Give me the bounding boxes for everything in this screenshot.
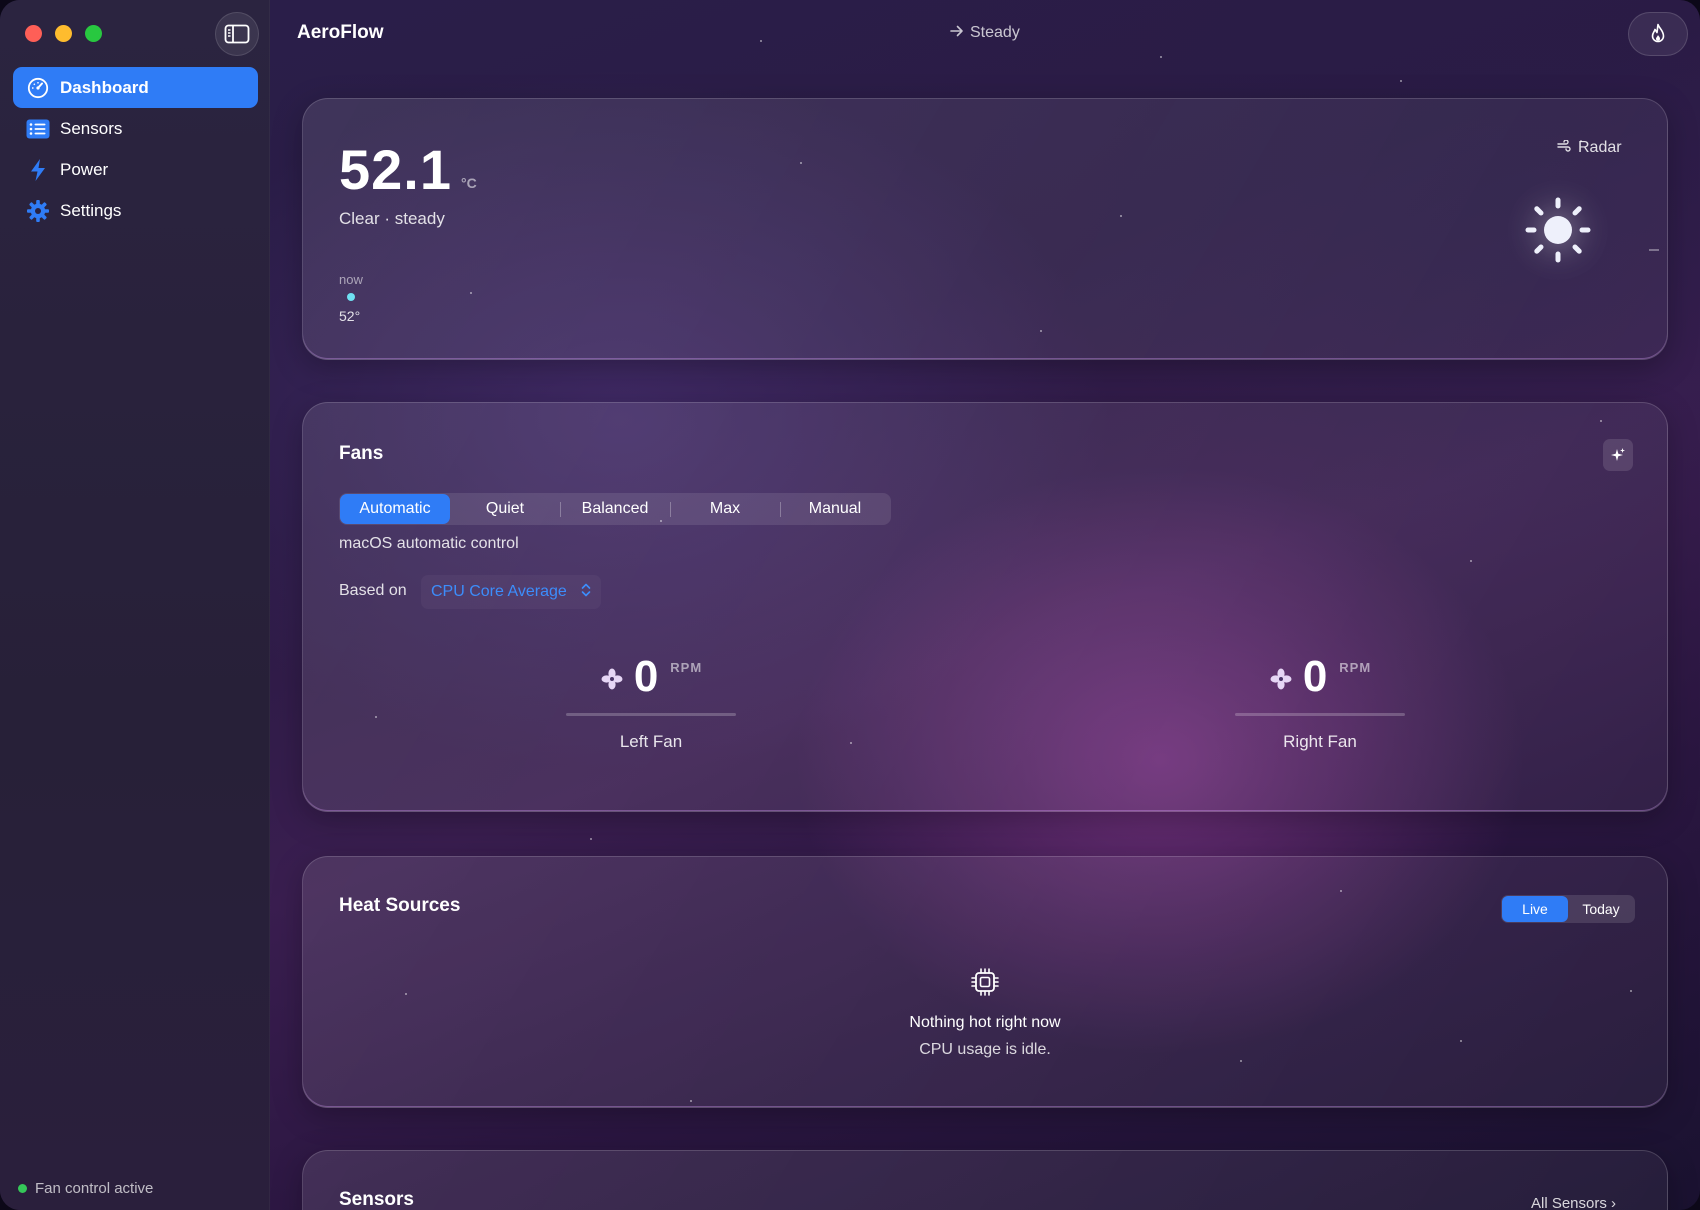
- minimize-window-button[interactable]: [55, 25, 72, 42]
- heat-sources-range-toggle: Live Today: [1501, 895, 1635, 923]
- sidebar-nav: Dashboard Sensors Power Settings: [13, 67, 258, 231]
- zoom-window-button[interactable]: [85, 25, 102, 42]
- left-fan-rpm: 0: [633, 652, 659, 701]
- left-fan-name: Left Fan: [619, 732, 683, 751]
- fan-mode-quiet[interactable]: Quiet: [450, 494, 560, 524]
- temperature-card: 52.1 °C Clear · steady now 52° Radar: [302, 98, 1668, 360]
- right-fan-speed-bar: [1235, 713, 1405, 716]
- right-fan-gauge: 0 RPM Right Fan: [1220, 651, 1420, 752]
- fan-control-status-label: Fan control active: [35, 1180, 154, 1197]
- sidebar-item-sensors[interactable]: Sensors: [13, 108, 258, 149]
- bolt-icon: [26, 158, 50, 182]
- fans-title: Fans: [339, 443, 384, 464]
- sidebar-item-settings[interactable]: Settings: [13, 190, 258, 231]
- sidebar-item-label: Dashboard: [60, 77, 149, 97]
- close-window-button[interactable]: [25, 25, 42, 42]
- timeline-point-icon: [347, 293, 355, 301]
- heat-sources-title: Heat Sources: [339, 895, 461, 916]
- empty-state-title: Nothing hot right now: [909, 1014, 1061, 1031]
- current-temperature: 52.1: [339, 138, 452, 201]
- app-title: AeroFlow: [297, 22, 384, 43]
- based-on-select[interactable]: CPU Core Average: [421, 575, 601, 609]
- fan-icon: [1270, 668, 1292, 690]
- fan-mode-balanced[interactable]: Balanced: [560, 494, 670, 524]
- sidebar-icon: [224, 24, 250, 44]
- timeline-value: 52°: [339, 308, 361, 324]
- chevron-up-down-icon: [581, 583, 591, 602]
- fan-mode-automatic[interactable]: Automatic: [340, 494, 450, 524]
- fan-mode-max[interactable]: Max: [670, 494, 780, 524]
- boost-button[interactable]: [1628, 12, 1688, 56]
- wind-icon: [1557, 139, 1571, 157]
- right-fan-name: Right Fan: [1283, 732, 1357, 751]
- thermal-trend-status: Steady: [950, 24, 1020, 42]
- status-dot-icon: [18, 1184, 27, 1193]
- all-sensors-link[interactable]: All Sensors ›: [1531, 1195, 1616, 1210]
- radar-label: Radar: [1578, 139, 1622, 156]
- sidebar-item-power[interactable]: Power: [13, 149, 258, 190]
- tab-live[interactable]: Live: [1502, 896, 1568, 922]
- left-fan-gauge: 0 RPM Left Fan: [551, 651, 751, 752]
- left-fan-speed-bar: [566, 713, 736, 716]
- gauge-icon: [26, 76, 50, 100]
- sidebar-item-label: Power: [60, 159, 109, 179]
- left-fan-rpm-unit: RPM: [670, 660, 703, 675]
- tab-today[interactable]: Today: [1568, 896, 1634, 922]
- sidebar: Dashboard Sensors Power Settings Fan con…: [0, 0, 270, 1210]
- sun-icon: [1525, 197, 1591, 263]
- arrow-right-icon: [950, 24, 964, 42]
- app-window: Dashboard Sensors Power Settings Fan con…: [0, 0, 1700, 1210]
- sidebar-toggle-button[interactable]: [215, 12, 259, 56]
- fan-mode-description: macOS automatic control: [339, 535, 519, 552]
- radar-button[interactable]: Radar: [1557, 139, 1622, 157]
- thermal-trend-label: Steady: [970, 24, 1020, 41]
- sidebar-item-dashboard[interactable]: Dashboard: [13, 67, 258, 108]
- heat-sources-empty-state: Nothing hot right now CPU usage is idle.: [303, 967, 1667, 1059]
- timeline-label: now: [339, 272, 363, 287]
- card-resize-handle: [1649, 249, 1659, 251]
- heat-sources-card: Heat Sources Live Today Nothing hot righ…: [302, 856, 1668, 1108]
- right-fan-rpm: 0: [1302, 652, 1328, 701]
- sidebar-item-label: Sensors: [60, 118, 123, 138]
- based-on-label: Based on: [339, 582, 407, 599]
- based-on-value: CPU Core Average: [431, 583, 567, 600]
- temperature-unit: °C: [461, 175, 477, 191]
- sensors-title: Sensors: [339, 1189, 414, 1210]
- list-icon: [26, 117, 50, 141]
- cpu-icon: [971, 968, 999, 996]
- empty-state-subtitle: CPU usage is idle.: [919, 1041, 1051, 1058]
- fan-mode-manual[interactable]: Manual: [780, 494, 890, 524]
- sidebar-item-label: Settings: [60, 200, 122, 220]
- fans-card: Fans Automatic Quiet Balanced Max Manual…: [302, 402, 1668, 812]
- flame-icon: [1651, 23, 1665, 43]
- fan-icon: [601, 668, 623, 690]
- sensors-card: Sensors All Sensors ›: [302, 1150, 1668, 1210]
- fan-control-status: Fan control active: [18, 1180, 153, 1197]
- right-fan-rpm-unit: RPM: [1339, 660, 1372, 675]
- smart-tune-button[interactable]: [1603, 439, 1633, 471]
- sparkle-icon: [1611, 448, 1625, 461]
- fan-mode-segmented-control: Automatic Quiet Balanced Max Manual: [339, 493, 891, 525]
- gear-icon: [26, 199, 50, 223]
- thermal-condition: Clear · steady: [339, 209, 445, 228]
